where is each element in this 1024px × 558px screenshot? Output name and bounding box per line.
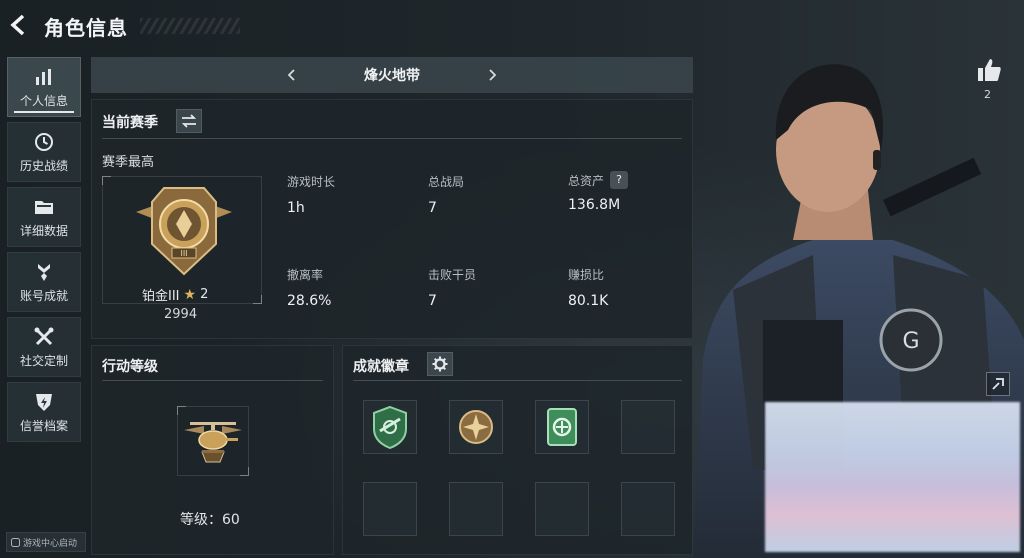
badge-slot-6[interactable] (449, 482, 503, 536)
launch-badge-label: 游戏中心启动 (23, 538, 78, 549)
svg-text:G: G (902, 329, 919, 354)
stat-label: 击败干员 (428, 266, 558, 283)
badge-slot-3[interactable] (535, 400, 589, 454)
sidebar-item-personal-info[interactable]: 个人信息 (7, 57, 81, 117)
badge-slot-7[interactable] (535, 482, 589, 536)
badge-slot-2[interactable] (449, 400, 503, 454)
mode-label: 烽火地带 (364, 68, 420, 84)
stat-label: 游戏时长 (287, 173, 417, 190)
badge-slot-8[interactable] (621, 482, 675, 536)
bar-chart-icon (36, 68, 51, 85)
current-season-panel: 当前赛季 赛季最高 III 铂金III ★ 2 2994 游戏时长 1h 总战局… (91, 99, 693, 339)
back-button[interactable] (6, 12, 32, 38)
like-count: 2 (984, 88, 991, 101)
green-emblem-badge-icon (547, 408, 577, 446)
sidebar-item-label: 历史战绩 (19, 158, 68, 173)
game-center-launch-badge: 游戏中心启动 (6, 532, 86, 552)
sidebar: 个人信息 历史战绩 详细数据 账号成就 社交定制 信誉档案 (7, 57, 81, 447)
sidebar-item-label: 账号成就 (19, 288, 68, 303)
sidebar-item-label: 信誉档案 (19, 418, 68, 433)
swap-icon (181, 114, 197, 128)
helicopter-emblem-icon (184, 422, 242, 463)
like-button[interactable] (975, 56, 1003, 84)
stat-value: 7 (428, 293, 437, 309)
action-level-title: 行动等级 (102, 359, 158, 375)
svg-text:III: III (180, 249, 187, 258)
badge-slot-5[interactable] (363, 482, 417, 536)
stat-label-text: 游戏时长 (287, 175, 336, 189)
mode-next-button[interactable] (480, 63, 504, 87)
page-title: 角色信息 (44, 16, 128, 40)
header: 角色信息 (0, 0, 260, 52)
stat-label: 总资产 ? (568, 171, 698, 189)
thumbs-up-icon (978, 59, 1001, 81)
stat-play-time: 游戏时长 1h (287, 173, 417, 216)
badge-slot-1[interactable] (363, 400, 417, 454)
stat-label-text: 撤离率 (287, 268, 324, 282)
help-icon[interactable]: ? (610, 171, 629, 189)
clock-icon (35, 132, 53, 151)
sidebar-item-history[interactable]: 历史战绩 (7, 122, 81, 182)
stat-value: 136.8M (568, 197, 621, 213)
stat-label-text: 赚损比 (568, 268, 605, 282)
rank-name-text: 铂金III (142, 289, 180, 304)
folder-icon (35, 200, 53, 214)
sidebar-item-details[interactable]: 详细数据 (7, 187, 81, 247)
sidebar-item-label: 个人信息 (19, 93, 68, 108)
stat-value: 7 (428, 200, 437, 216)
star-icon: ★ (183, 286, 197, 303)
divider (102, 380, 323, 381)
tools-icon (34, 327, 54, 345)
season-best-label: 赛季最高 (102, 155, 155, 170)
sidebar-item-reputation[interactable]: 信誉档案 (7, 382, 81, 442)
game-center-icon (11, 537, 20, 547)
season-switch-button[interactable] (176, 109, 202, 133)
blurred-overlay-card (765, 402, 1020, 552)
achievement-icon (38, 263, 50, 281)
achievements-settings-button[interactable] (427, 352, 453, 376)
chevron-right-icon (489, 69, 497, 81)
stat-label: 撤离率 (287, 266, 417, 283)
stat-value: 80.1K (568, 293, 609, 309)
stat-label-text: 总战局 (428, 175, 465, 189)
back-arrow-icon (10, 14, 25, 36)
stat-value: 1h (287, 200, 305, 216)
stat-extraction-rate: 撤离率 28.6% (287, 266, 417, 309)
stat-label: 总战局 (428, 173, 558, 190)
stat-operators-defeated: 击败干员 7 (428, 266, 558, 309)
badge-slot-4[interactable] (621, 400, 675, 454)
stat-total-assets: 总资产 ? 136.8M (568, 171, 698, 213)
share-icon (992, 378, 1004, 390)
green-shield-badge-icon (373, 405, 407, 450)
mode-switch-bar: 烽火地带 (91, 57, 693, 93)
stat-label: 赚损比 (568, 266, 698, 283)
rank-medal-icon: III (136, 187, 232, 276)
rank-name: 铂金III ★ 2 (142, 285, 209, 305)
sidebar-item-label: 社交定制 (19, 353, 68, 368)
season-title: 当前赛季 (102, 115, 158, 131)
action-level-value: 等级：60 (180, 512, 240, 528)
title-decoration (140, 18, 240, 34)
bronze-star-badge-icon (459, 410, 493, 444)
stat-profit-loss-ratio: 赚损比 80.1K (568, 266, 698, 309)
achievement-badges-panel: 成就徽章 (342, 345, 693, 555)
stat-label-text: 总资产 (568, 173, 605, 188)
action-level-panel: 行动等级 等级：60 (91, 345, 334, 555)
rank-stars: 2 (200, 287, 209, 302)
stat-value: 28.6% (287, 293, 332, 309)
sidebar-item-social[interactable]: 社交定制 (7, 317, 81, 377)
achievements-title: 成就徽章 (353, 359, 409, 375)
divider (102, 138, 682, 139)
stat-total-matches: 总战局 7 (428, 173, 558, 216)
sidebar-item-label: 详细数据 (19, 223, 68, 238)
divider (353, 380, 682, 381)
sidebar-item-achievements[interactable]: 账号成就 (7, 252, 81, 312)
shield-bolt-icon (36, 393, 52, 411)
rank-score: 2994 (164, 307, 198, 322)
stat-label-text: 击败干员 (428, 268, 477, 282)
share-button[interactable] (986, 372, 1010, 396)
gear-icon (432, 356, 448, 372)
